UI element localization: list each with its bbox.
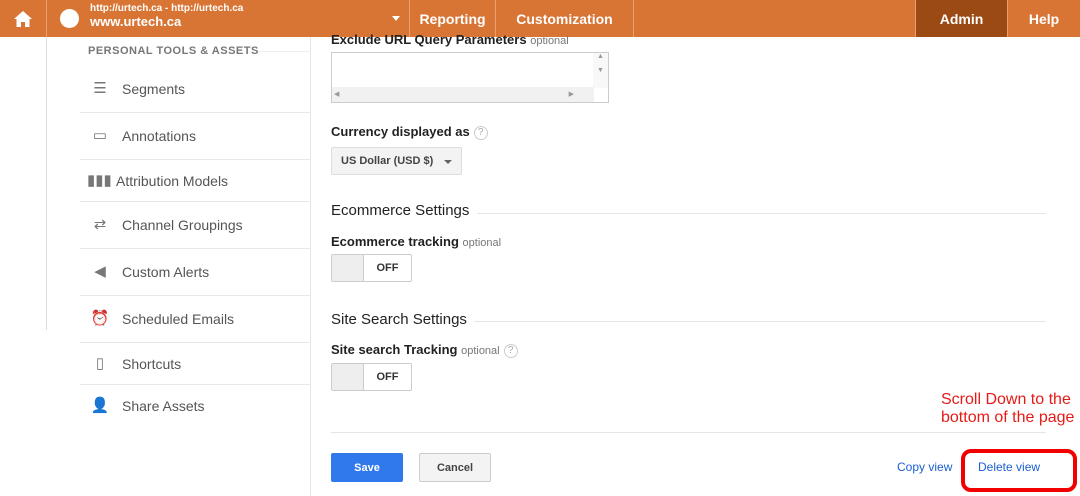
sidebar-item-label: Custom Alerts — [122, 264, 210, 280]
ecommerce-tracking-label: Ecommerce tracking optional — [331, 234, 502, 249]
sidebar-item-custom-alerts[interactable]: ◀ Custom Alerts — [80, 249, 311, 296]
sidebar-item-annotations[interactable]: ▭ Annotations — [80, 113, 311, 160]
sidebar-item-label: Share Assets — [122, 398, 205, 414]
document-icon: ▯ — [95, 354, 105, 372]
globe-icon — [60, 9, 79, 28]
ecommerce-section-title: Ecommerce Settings — [331, 202, 470, 219]
vertical-scrollbar[interactable]: ▲ ▼ — [593, 53, 608, 88]
sidebar-item-label: Attribution Models — [116, 172, 229, 189]
nav-divider — [633, 0, 634, 37]
nav-admin[interactable]: Admin — [915, 0, 1007, 37]
sidebar-item-label: Scheduled Emails — [122, 311, 235, 327]
home-icon — [14, 10, 32, 27]
channel-icon: ⇄ — [93, 216, 107, 233]
nav-help[interactable]: Help — [1007, 0, 1080, 37]
help-icon[interactable]: ? — [503, 343, 518, 358]
account-url: http://urtech.ca - http://urtech.ca — [90, 3, 244, 14]
sidebar-item-segments[interactable]: ☰ Segments — [80, 66, 311, 113]
segments-icon: ☰ — [93, 80, 107, 97]
copy-view-link[interactable]: Copy view — [897, 460, 952, 474]
sidebar-item-attribution-models[interactable]: ▮▮▮ Attribution Models — [80, 160, 311, 202]
add-user-icon: 👤 — [90, 397, 110, 414]
annotation-text: Scroll Down to the bottom of the page — [941, 391, 1075, 426]
property-name: www.urtech.ca — [90, 14, 182, 29]
divider — [477, 213, 1046, 214]
sidebar: PERSONAL TOOLS & ASSETS ☰ Segments ▭ Annot… — [80, 37, 311, 496]
home-button[interactable] — [0, 0, 47, 37]
alarm-clock-icon: ⏰ — [90, 310, 110, 327]
site-search-section-title: Site Search Settings — [331, 311, 467, 328]
divider — [258, 51, 311, 52]
annotation-highlight-box — [961, 449, 1077, 492]
site-search-tracking-label: Site search Tracking optional? — [331, 342, 518, 358]
sidebar-item-label: Segments — [122, 81, 186, 97]
horizontal-scrollbar[interactable]: ◀ ▶ — [332, 87, 594, 102]
sidebar-heading: PERSONAL TOOLS & ASSETS — [88, 45, 259, 57]
sidebar-item-label: Annotations — [122, 128, 196, 144]
help-icon[interactable]: ? — [473, 125, 488, 140]
comment-icon: ▭ — [92, 127, 108, 144]
sidebar-item-label: Shortcuts — [122, 355, 182, 372]
cancel-button[interactable]: Cancel — [419, 453, 491, 482]
currency-label: Currency displayed as? — [331, 124, 488, 140]
save-button[interactable]: Save — [331, 453, 403, 482]
sidebar-item-share-assets[interactable]: 👤 Share Assets — [80, 385, 311, 427]
currency-select[interactable]: US Dollar (USD $) — [331, 147, 462, 175]
megaphone-icon: ◀ — [94, 263, 106, 280]
sidebar-item-scheduled-emails[interactable]: ⏰ Scheduled Emails — [80, 296, 311, 343]
chevron-down-icon — [392, 16, 400, 21]
sidebar-item-shortcuts[interactable]: ▯ Shortcuts — [80, 343, 311, 385]
exclude-url-textarea[interactable]: ▲ ▼ ◀ ▶ — [331, 52, 609, 103]
divider — [46, 37, 47, 330]
chevron-down-icon — [444, 160, 452, 164]
site-search-tracking-toggle[interactable]: OFF — [331, 363, 412, 391]
bar-chart-icon: ▮▮▮ — [87, 171, 112, 189]
sidebar-item-channel-groupings[interactable]: ⇄ Channel Groupings — [80, 202, 311, 249]
ecommerce-tracking-toggle[interactable]: OFF — [331, 254, 412, 282]
divider — [474, 321, 1046, 322]
exclude-url-label: Exclude URL Query Parameters optional — [331, 32, 569, 47]
divider — [331, 432, 1046, 433]
sidebar-item-label: Channel Groupings — [122, 217, 243, 233]
